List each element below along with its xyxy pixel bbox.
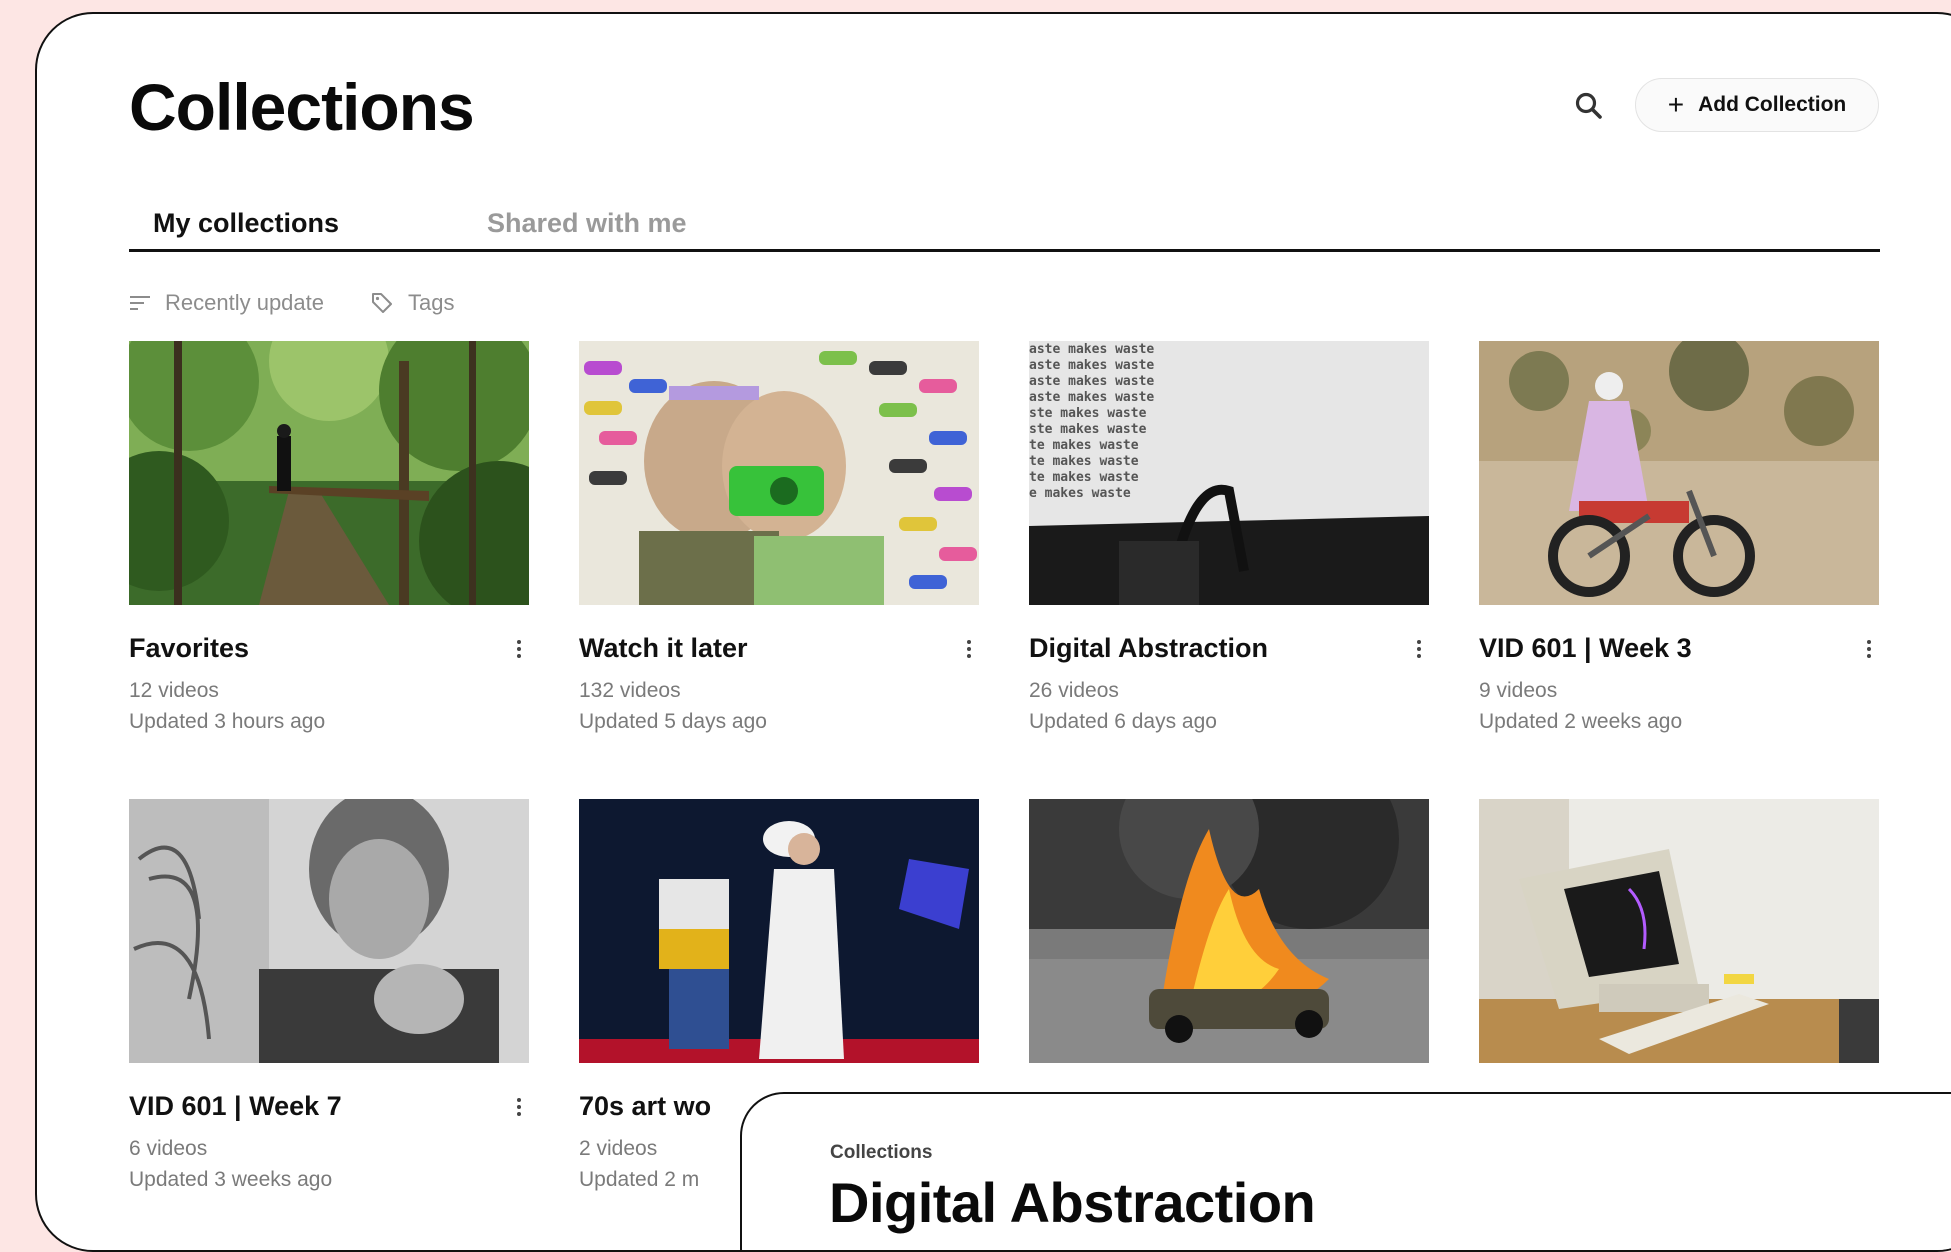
page-title: Collections xyxy=(129,70,475,144)
search-icon xyxy=(1575,92,1602,119)
video-count: 26 videos xyxy=(1029,679,1119,702)
add-collection-label: Add Collection xyxy=(1698,93,1847,116)
collection-title[interactable]: 70s art wo xyxy=(579,1091,711,1122)
svg-text:te makes waste: te makes waste xyxy=(1029,454,1139,469)
breadcrumb[interactable]: Collections xyxy=(830,1142,932,1164)
collection-thumbnail[interactable] xyxy=(579,341,979,605)
collections-window: Collections + Add Collection My collecti… xyxy=(35,12,1951,1252)
collection-card[interactable]: Watch it later 132 videos Updated 5 days… xyxy=(579,341,979,733)
svg-text:ste makes waste: ste makes waste xyxy=(1029,406,1147,421)
tab-my-collections[interactable]: My collections xyxy=(153,208,339,239)
svg-text:te makes waste: te makes waste xyxy=(1029,438,1139,453)
collection-thumbnail[interactable] xyxy=(1029,799,1429,1063)
svg-text:aste makes waste: aste makes waste xyxy=(1029,390,1154,405)
svg-text:aste makes waste: aste makes waste xyxy=(1029,342,1154,357)
collection-thumbnail[interactable] xyxy=(129,799,529,1063)
collection-title[interactable]: VID 601 | Week 7 xyxy=(129,1091,342,1122)
runway-image xyxy=(579,799,979,1063)
plus-icon: + xyxy=(1667,89,1685,120)
more-options-icon[interactable] xyxy=(959,637,979,661)
desert-motorbike-image xyxy=(1479,341,1879,605)
collection-thumbnail[interactable]: aste makes waste aste makes waste aste m… xyxy=(1029,341,1429,605)
collection-title[interactable]: VID 601 | Week 3 xyxy=(1479,633,1692,664)
svg-text:ste makes waste: ste makes waste xyxy=(1029,422,1147,437)
selfie-camera-image xyxy=(579,341,979,605)
collection-title[interactable]: Digital Abstraction xyxy=(1029,633,1268,664)
more-options-icon[interactable] xyxy=(509,1095,529,1119)
updated-time: Updated 2 weeks ago xyxy=(1479,710,1683,733)
more-options-icon[interactable] xyxy=(1409,637,1429,661)
more-options-icon[interactable] xyxy=(509,637,529,661)
collection-thumbnail[interactable] xyxy=(1479,341,1879,605)
add-collection-button[interactable]: + Add Collection xyxy=(1635,78,1879,132)
updated-time: Updated 2 m xyxy=(579,1168,700,1191)
collection-card[interactable]: aste makes waste aste makes waste aste m… xyxy=(1029,341,1429,733)
svg-text:aste makes waste: aste makes waste xyxy=(1029,374,1154,389)
video-count: 132 videos xyxy=(579,679,681,702)
more-options-icon[interactable] xyxy=(1859,637,1879,661)
sort-filter-label: Recently update xyxy=(165,290,324,315)
updated-time: Updated 3 weeks ago xyxy=(129,1168,333,1191)
collection-title[interactable]: Watch it later xyxy=(579,633,748,664)
collection-card[interactable] xyxy=(1479,799,1879,1063)
video-count: 6 videos xyxy=(129,1137,208,1160)
bw-portrait-image xyxy=(129,799,529,1063)
video-count: 12 videos xyxy=(129,679,219,702)
tag-icon xyxy=(372,293,392,313)
collection-card[interactable] xyxy=(1029,799,1429,1063)
updated-time: Updated 5 days ago xyxy=(579,710,767,733)
video-count: 2 videos xyxy=(579,1137,658,1160)
collection-title[interactable]: Favorites xyxy=(129,633,249,664)
typewriter-image: aste makes waste aste makes waste aste m… xyxy=(1029,341,1429,605)
collection-card[interactable]: 70s art wo 2 videos Updated 2 m xyxy=(579,799,979,1191)
collection-thumbnail[interactable] xyxy=(579,799,979,1063)
collection-thumbnail[interactable] xyxy=(129,341,529,605)
svg-text:e makes waste: e makes waste xyxy=(1029,486,1131,501)
filter-bar: Recently update Tags xyxy=(129,290,454,316)
tags-filter[interactable]: Tags xyxy=(370,290,454,316)
collection-tabs: My collections Shared with me xyxy=(129,200,1880,252)
svg-text:te makes waste: te makes waste xyxy=(1029,470,1139,485)
collection-detail-panel: Collections Digital Abstraction xyxy=(740,1092,1951,1250)
updated-time: Updated 3 hours ago xyxy=(129,710,326,733)
old-computer-image xyxy=(1479,799,1879,1063)
sort-filter[interactable]: Recently update xyxy=(129,290,324,316)
tab-shared-with-me[interactable]: Shared with me xyxy=(487,208,687,239)
svg-text:aste makes waste: aste makes waste xyxy=(1029,358,1154,373)
video-count: 9 videos xyxy=(1479,679,1558,702)
search-button[interactable] xyxy=(1567,84,1611,128)
updated-time: Updated 6 days ago xyxy=(1029,710,1217,733)
collection-card[interactable]: VID 601 | Week 3 9 videos Updated 2 week… xyxy=(1479,341,1879,733)
tags-filter-label: Tags xyxy=(408,290,455,315)
burning-car-image xyxy=(1029,799,1429,1063)
detail-title: Digital Abstraction xyxy=(829,1171,1316,1234)
forest-path-image xyxy=(129,341,529,605)
collection-card[interactable]: Favorites 12 videos Updated 3 hours ago xyxy=(129,341,529,733)
sort-lines-icon xyxy=(130,296,150,310)
collection-thumbnail[interactable] xyxy=(1479,799,1879,1063)
collection-card[interactable]: VID 601 | Week 7 6 videos Updated 3 week… xyxy=(129,799,529,1191)
